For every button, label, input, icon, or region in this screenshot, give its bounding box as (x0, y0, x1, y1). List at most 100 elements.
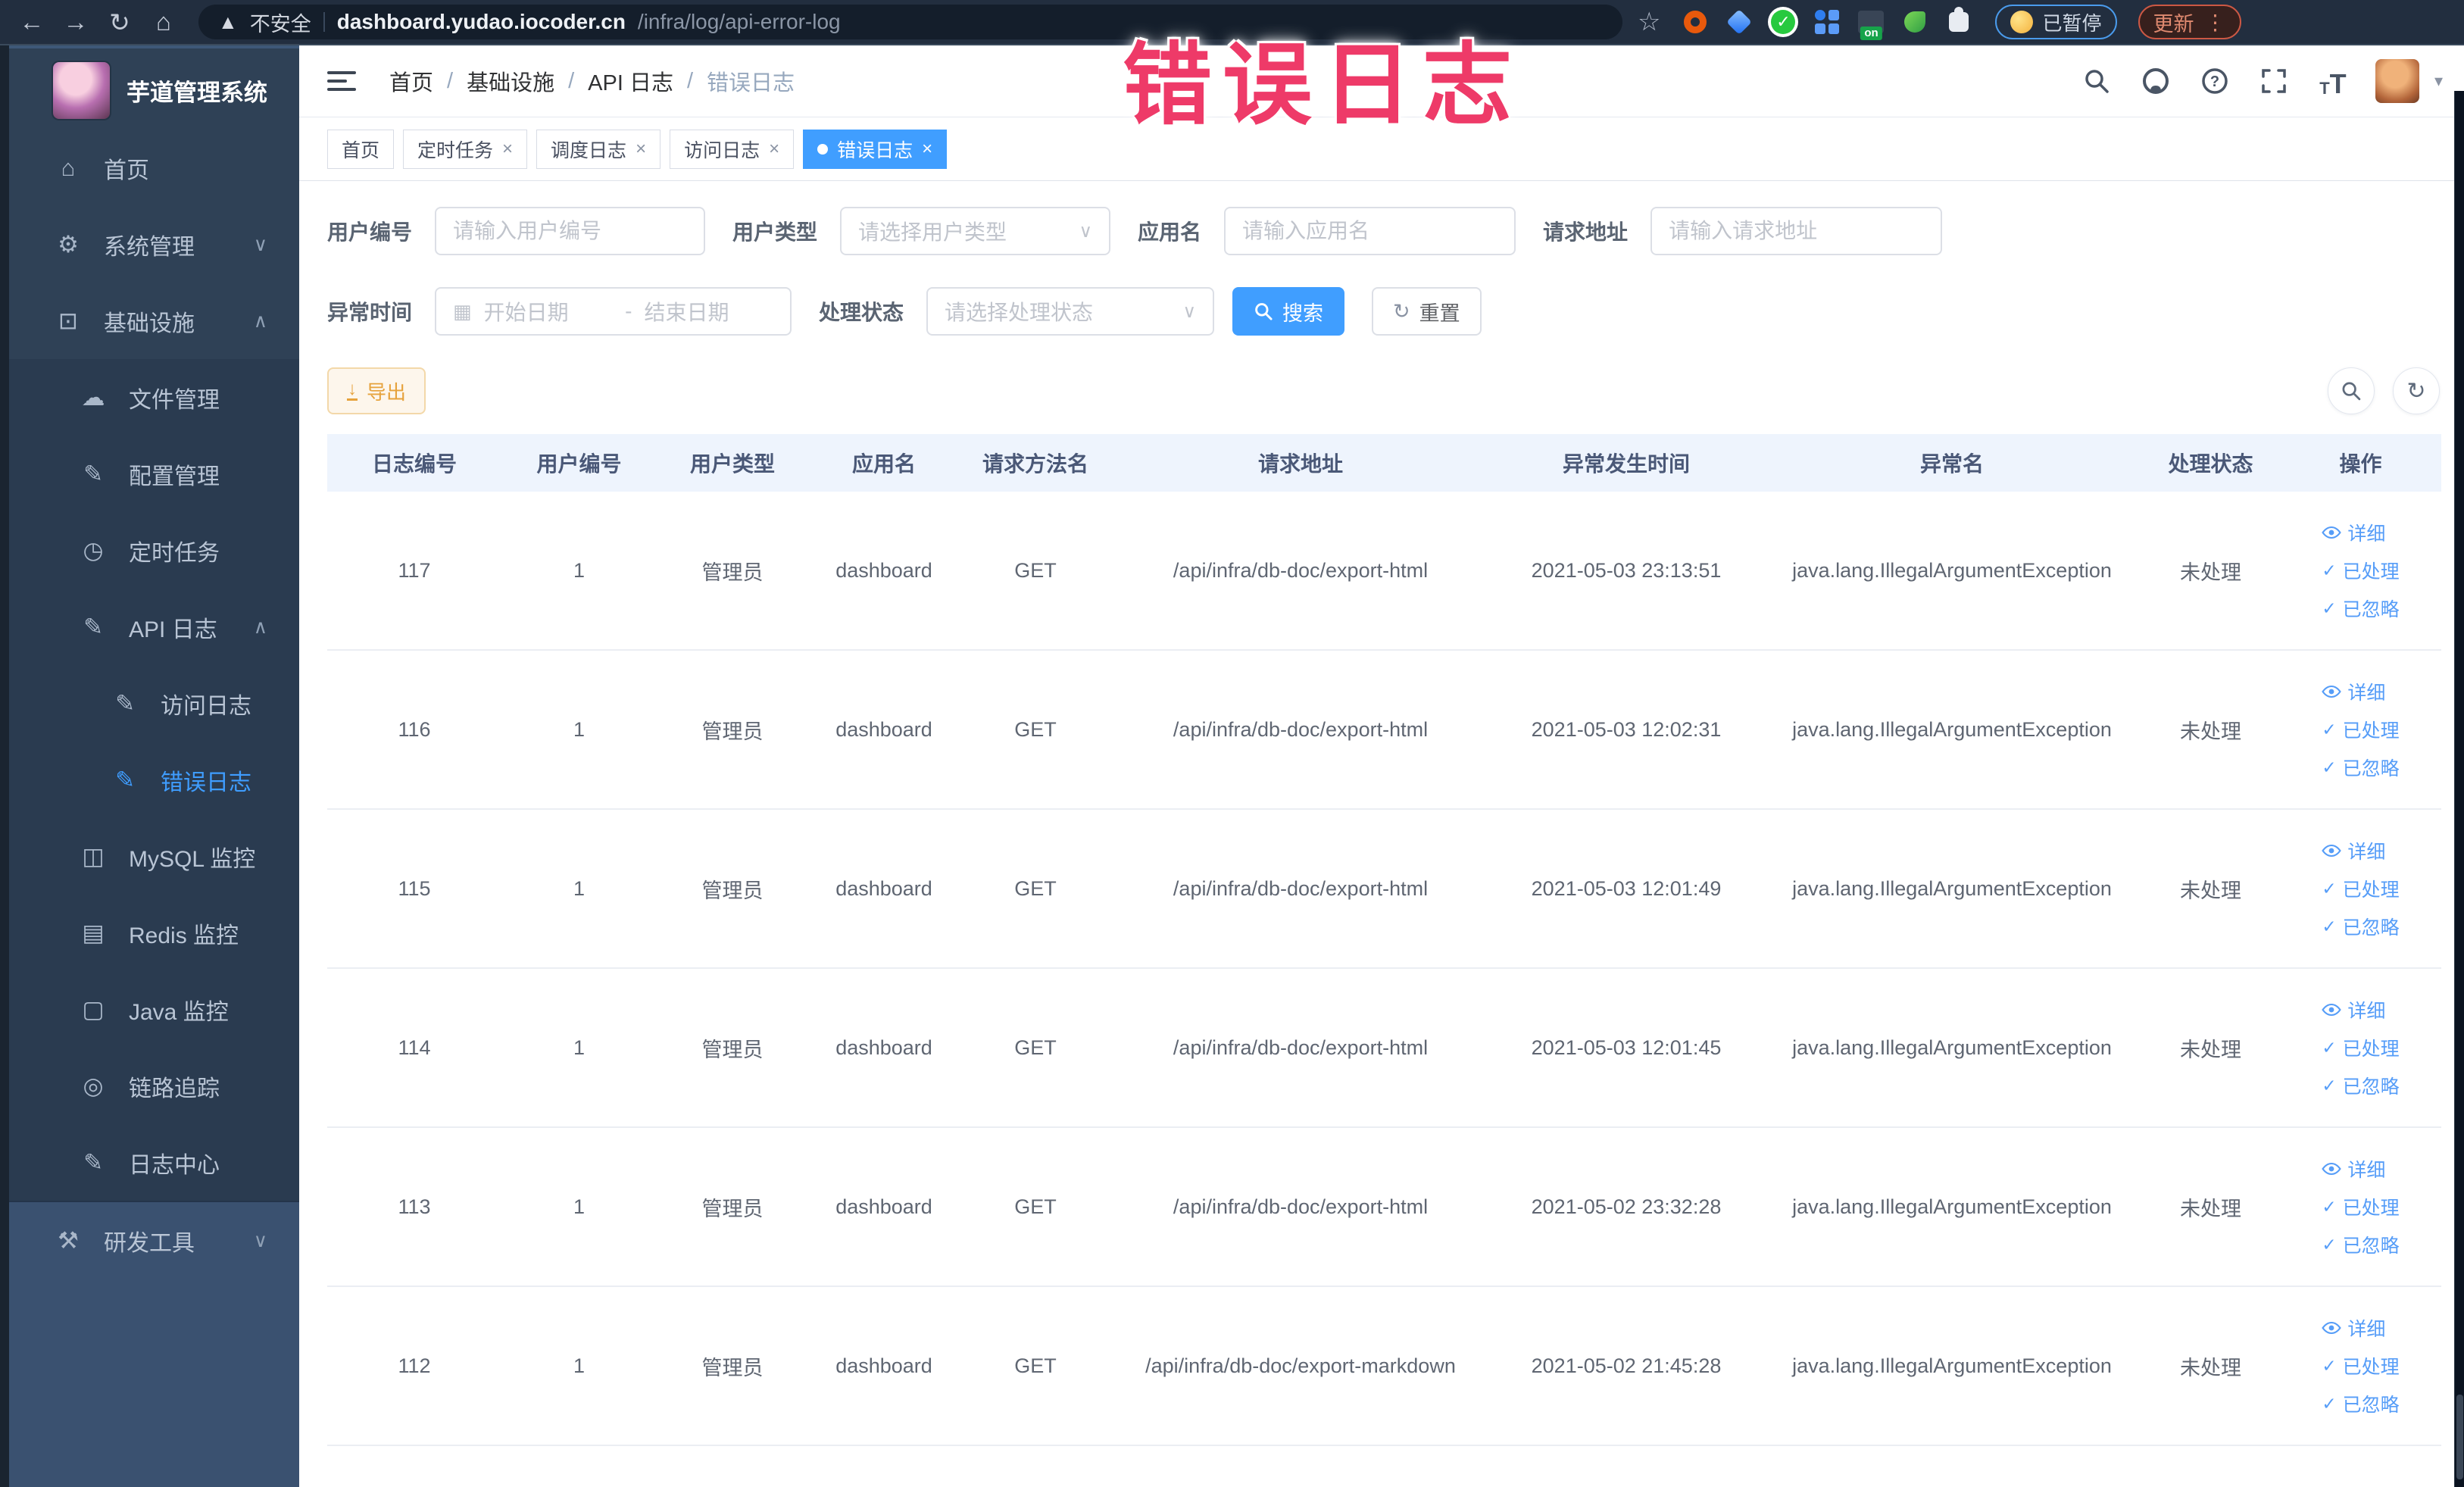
tab-scheduled-jobs[interactable]: 定时任务 × (403, 129, 528, 169)
ignored-action[interactable]: ✓ 已忽略 (2322, 1390, 2399, 1417)
detail-action[interactable]: 详细 (2322, 678, 2385, 705)
sidebar-item-system-management[interactable]: ⚙ 系统管理 ∨ (9, 206, 299, 283)
close-icon[interactable]: × (922, 139, 932, 160)
extension-leaf-icon[interactable] (1901, 8, 1928, 36)
sidebar-item-trace[interactable]: ◎ 链路追踪 (9, 1048, 299, 1124)
column-header-9: 操作 (2339, 452, 2382, 476)
process-status-select[interactable]: 请选择处理状态 ∨ (926, 287, 1215, 336)
sidebar-item-redis-monitor[interactable]: ▤ Redis 监控 (9, 895, 299, 971)
detail-action[interactable]: 详细 (2322, 996, 2385, 1023)
check-icon: ✓ (2322, 1075, 2337, 1095)
forward-icon[interactable]: → (59, 5, 92, 39)
fullscreen-icon[interactable] (2257, 64, 2291, 98)
sidebar-item-java-monitor[interactable]: ▢ Java 监控 (9, 971, 299, 1048)
home-nav-icon[interactable]: ⌂ (147, 5, 180, 39)
cell-user-id: 1 (573, 1195, 586, 1218)
sidebar-item-error-log[interactable]: ✎ 错误日志 (9, 742, 299, 818)
sidebar-item-config-management[interactable]: ✎ 配置管理 (9, 436, 299, 512)
help-icon[interactable]: ? (2198, 64, 2231, 98)
detail-action[interactable]: 详细 (2322, 1314, 2385, 1342)
cell-app-name: dashboard (835, 717, 932, 741)
ignored-action[interactable]: ✓ 已忽略 (2322, 754, 2399, 781)
sidebar-item-access-log[interactable]: ✎ 访问日志 (9, 665, 299, 742)
table-row: 112 1 管理员 dashboard GET/api/infra/db-doc/exp… (327, 1287, 2441, 1446)
processed-action[interactable]: ✓ 已处理 (2322, 1034, 2399, 1061)
detail-action[interactable]: 详细 (2322, 837, 2385, 864)
user-type-placeholder: 请选择用户类型 (858, 220, 1007, 244)
extension-icons: ✓ on (1682, 7, 1972, 40)
scrollbar-thumb[interactable] (2456, 1395, 2463, 1479)
breadcrumb-item-1[interactable]: 基础设施 (467, 65, 554, 97)
search-button[interactable]: 搜索 (1232, 287, 1345, 336)
font-size-icon[interactable]: TT (2316, 64, 2350, 98)
chevron-down-icon[interactable]: ▾ (2434, 71, 2443, 91)
sidebar-logo-row[interactable]: 芋道管理系统 (9, 48, 299, 130)
processed-action[interactable]: ✓ 已处理 (2322, 1352, 2399, 1379)
extension-donut-icon[interactable] (1682, 8, 1709, 36)
export-button[interactable]: ↓ 导出 (327, 367, 426, 414)
sidebar-item-mysql-monitor[interactable]: ◫ MySQL 监控 (9, 818, 299, 895)
processed-action[interactable]: ✓ 已处理 (2322, 1193, 2399, 1220)
toggle-search-button[interactable] (2328, 367, 2375, 414)
close-icon[interactable]: × (636, 139, 646, 160)
browser-update-button[interactable]: 更新 ⋮ (2138, 5, 2241, 39)
scrollbar[interactable] (2454, 91, 2464, 1487)
breadcrumb-item-0[interactable]: 首页 (389, 65, 433, 97)
sidebar-item-api-log[interactable]: ✎ API 日志 ∧ (9, 589, 299, 665)
sidebar-item-home[interactable]: ⌂ 首页 (9, 130, 299, 206)
bookmark-star-icon[interactable]: ☆ (1638, 7, 1660, 37)
github-icon[interactable] (2139, 64, 2172, 98)
exception-time-range-input[interactable]: ▦ 开始日期 - 结束日期 (435, 287, 792, 336)
request-url-input[interactable] (1650, 207, 1943, 255)
user-id-input[interactable] (435, 207, 706, 255)
ignored-action[interactable]: ✓ 已忽略 (2322, 1072, 2399, 1099)
url-host: dashboard.yudao.iocoder.cn (336, 10, 626, 33)
cell-method: GET (1014, 717, 1057, 741)
breadcrumb-item-2[interactable]: API 日志 (588, 65, 673, 97)
extension-gem-icon[interactable] (1725, 8, 1753, 36)
extension-grid-icon[interactable] (1813, 8, 1841, 36)
browser-menu-icon[interactable]: ⋮ (2205, 10, 2226, 35)
avatar[interactable] (2375, 59, 2419, 103)
ignored-action[interactable]: ✓ 已忽略 (2322, 913, 2399, 940)
search-icon[interactable] (2080, 64, 2113, 98)
reset-button[interactable]: ↻ 重置 (1372, 287, 1482, 336)
processed-action[interactable]: ✓ 已处理 (2322, 716, 2399, 743)
sidebar-item-file-management[interactable]: ☁ 文件管理 (9, 359, 299, 436)
detail-action[interactable]: 详细 (2322, 519, 2385, 546)
check-icon: ✓ (2322, 878, 2337, 898)
processed-action[interactable]: ✓ 已处理 (2322, 557, 2399, 584)
processed-action[interactable]: ✓ 已处理 (2322, 875, 2399, 902)
extensions-puzzle-icon[interactable] (1945, 7, 1972, 36)
refresh-icon: ↻ (1393, 299, 1410, 323)
sidebar-item-log-center[interactable]: ✎ 日志中心 (9, 1124, 299, 1201)
cell-method: GET (1014, 1036, 1057, 1059)
ignored-action[interactable]: ✓ 已忽略 (2322, 595, 2399, 622)
tab-schedule-log[interactable]: 调度日志 × (536, 129, 661, 169)
ignored-action[interactable]: ✓ 已忽略 (2322, 1231, 2399, 1258)
app-name-label: 应用名 (1138, 220, 1202, 244)
extension-on-icon[interactable]: on (1857, 8, 1885, 40)
tab-label: 首页 (342, 139, 380, 161)
cell-status: 未处理 (2180, 720, 2241, 743)
close-icon[interactable]: × (502, 139, 513, 160)
extension-check-icon[interactable]: ✓ (1769, 8, 1797, 36)
tab-access-log[interactable]: 访问日志 × (670, 129, 795, 169)
sidebar-item-infrastructure[interactable]: ⊡ 基础设施 ∧ (9, 283, 299, 359)
app-name-input[interactable] (1224, 207, 1516, 255)
collapse-sidebar-icon[interactable] (327, 66, 358, 96)
close-icon[interactable]: × (769, 139, 779, 160)
sidebar-item-dev-tools[interactable]: ⚒ 研发工具 ∨ (9, 1202, 299, 1279)
check-icon: ✓ (2322, 757, 2337, 777)
refresh-table-button[interactable]: ↻ (2393, 367, 2440, 414)
breadcrumb-separator: / (568, 68, 575, 93)
back-icon[interactable]: ← (15, 5, 48, 39)
sidebar-item-scheduled-jobs[interactable]: ◷ 定时任务 (9, 512, 299, 589)
profile-paused-badge[interactable]: 已暂停 (1995, 5, 2117, 39)
reload-icon[interactable]: ↻ (103, 5, 136, 39)
user-type-select[interactable]: 请选择用户类型 ∨ (840, 207, 1111, 255)
tab-error-log[interactable]: 错误日志 × (803, 129, 948, 169)
tab-home[interactable]: 首页 (327, 129, 395, 169)
on-badge: on (1860, 27, 1882, 40)
detail-action[interactable]: 详细 (2322, 1155, 2385, 1182)
